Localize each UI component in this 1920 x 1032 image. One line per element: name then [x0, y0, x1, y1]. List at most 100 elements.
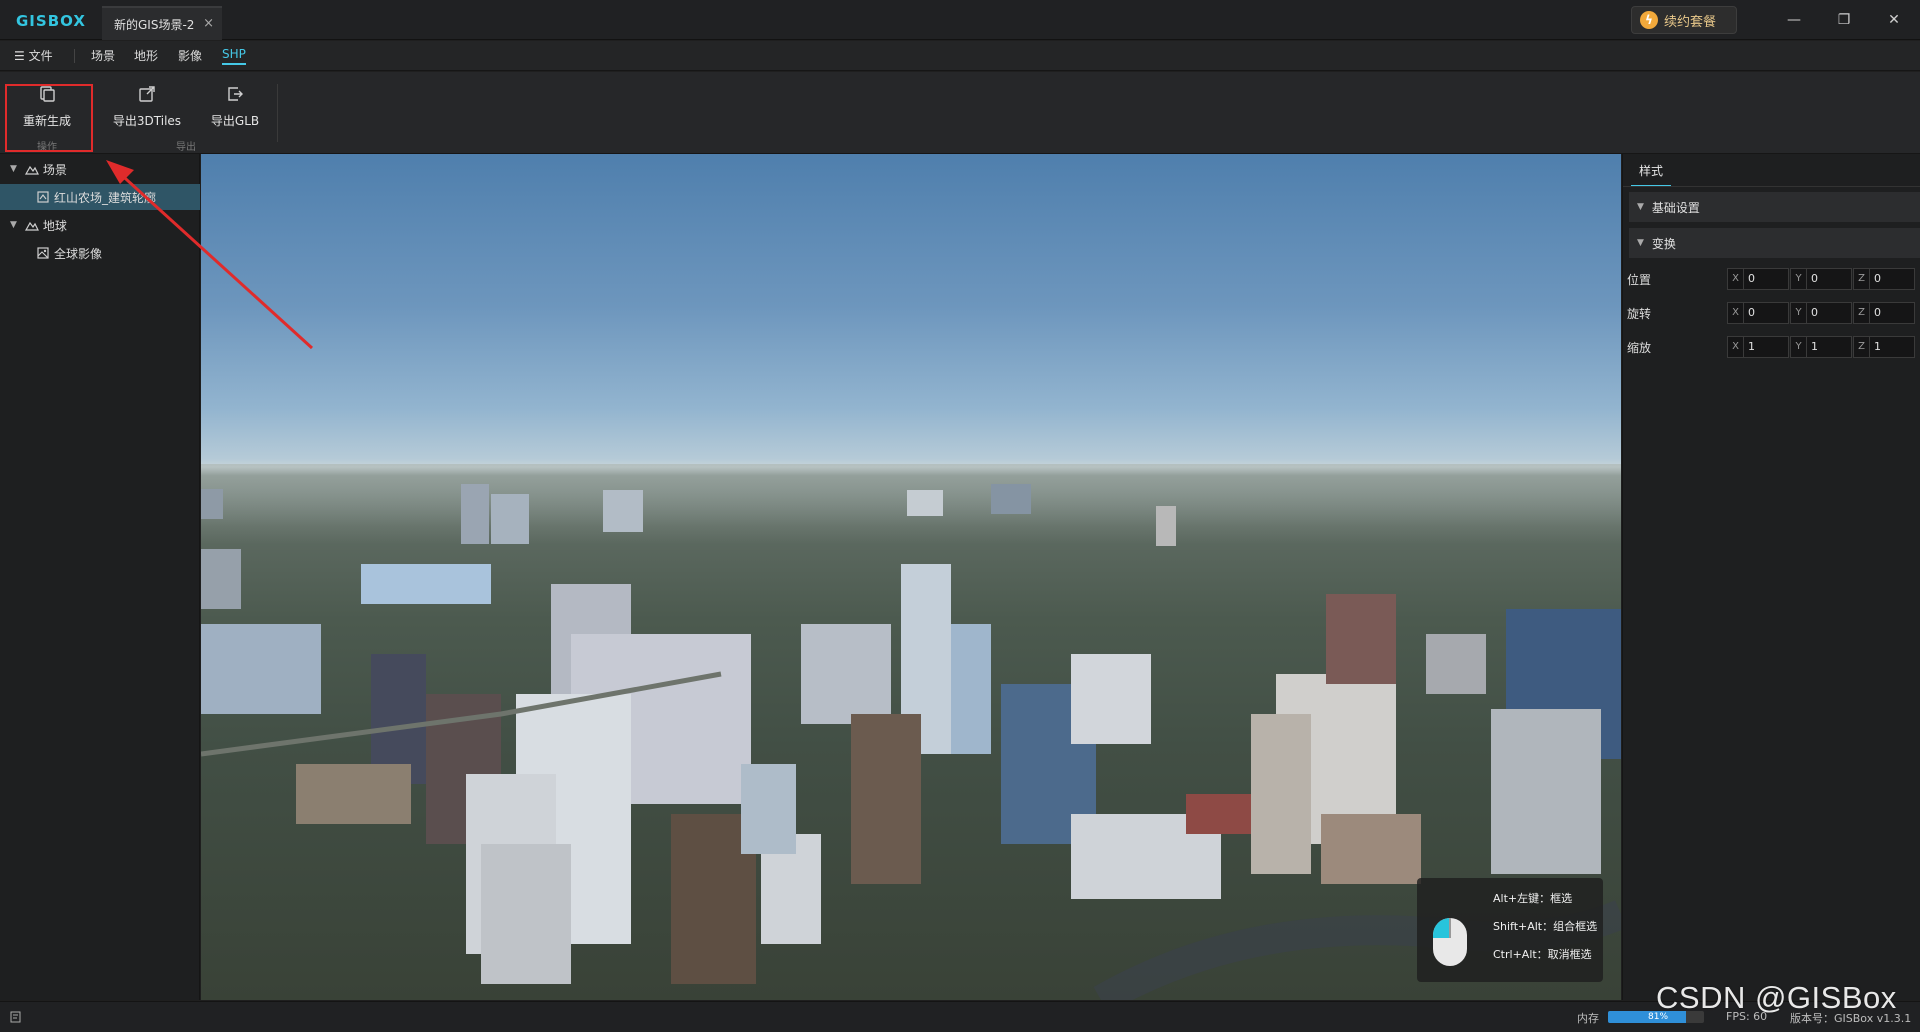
position-z-field[interactable]: Z0	[1853, 268, 1915, 290]
mountain-icon	[24, 221, 39, 231]
menu-imagery[interactable]: 影像	[178, 47, 202, 64]
position-row: 位置 X0 Y0 Z0	[1623, 266, 1920, 292]
ribbon-divider	[277, 84, 278, 142]
title-bar: GISBOX 新的GIS场景-2 × ϟ 续约套餐 — ❐ ✕	[0, 0, 1920, 40]
tree-label: 全球影像	[54, 246, 103, 261]
tree-group-scene[interactable]: ▼ 场景	[0, 156, 200, 182]
restore-button[interactable]: ❐	[1832, 8, 1856, 32]
status-bar: 内存 81% FPS: 60 版本号：GISBox v1.3.1	[0, 1001, 1920, 1032]
group-export-label: 导出	[176, 142, 196, 153]
map-viewport[interactable]: Alt+左键：框选 Shift+Alt：组合框选 Ctrl+Alt：取消框选	[201, 154, 1621, 1000]
renew-plan-button[interactable]: ϟ 续约套餐	[1631, 6, 1737, 34]
file-menu[interactable]: ☰ 文件	[14, 47, 53, 64]
file-menu-label: 文件	[28, 49, 53, 63]
mouse-icon	[1433, 918, 1467, 966]
menu-terrain[interactable]: 地形	[134, 47, 158, 64]
tab-divider	[1623, 186, 1920, 187]
external-link-icon	[139, 86, 155, 102]
position-label: 位置	[1627, 273, 1652, 287]
building	[1251, 714, 1311, 874]
building	[801, 624, 891, 724]
lightning-icon: ϟ	[1640, 11, 1658, 29]
document-tab-label: 新的GIS场景-2	[114, 17, 195, 32]
building	[851, 714, 921, 884]
rotation-x-field[interactable]: X0	[1727, 302, 1789, 324]
tree-label: 红山农场_建筑轮廓	[54, 190, 157, 205]
expand-arrow-icon[interactable]: ▼	[10, 164, 17, 174]
export-icon	[228, 87, 243, 101]
tree-label: 场景	[42, 162, 67, 177]
city-scene	[201, 484, 1621, 1000]
layer-icon	[37, 191, 49, 203]
rotation-z-field[interactable]: Z0	[1853, 302, 1915, 324]
position-x-field[interactable]: X0	[1727, 268, 1789, 290]
building	[951, 624, 991, 754]
building	[481, 844, 571, 984]
hamburger-icon: ☰	[14, 49, 25, 63]
properties-panel: 样式 ▼ 基础设置 ▼ 变换 位置 X0 Y0 Z0 旋转 X0 Y0 Z0 缩…	[1622, 154, 1920, 1000]
watermark: CSDN @GISBox	[1656, 980, 1897, 1015]
mouse-tips-overlay: Alt+左键：框选 Shift+Alt：组合框选 Ctrl+Alt：取消框选	[1417, 878, 1603, 982]
building	[907, 490, 943, 516]
scale-label: 缩放	[1627, 341, 1652, 355]
building	[1326, 594, 1396, 684]
close-window-button[interactable]: ✕	[1882, 8, 1906, 32]
scale-y-field[interactable]: Y1	[1790, 336, 1852, 358]
building	[1321, 814, 1421, 884]
rotation-y-field[interactable]: Y0	[1790, 302, 1852, 324]
tip-alt-left: Alt+左键：框选	[1493, 892, 1573, 905]
building	[201, 489, 223, 519]
renew-plan-label: 续约套餐	[1664, 14, 1717, 30]
rotation-row: 旋转 X0 Y0 Z0	[1623, 300, 1920, 326]
app-logo: GISBOX	[16, 12, 86, 30]
scale-x-field[interactable]: X1	[1727, 336, 1789, 358]
tab-style[interactable]: 样式	[1631, 162, 1672, 187]
section-transform[interactable]: ▼ 变换	[1629, 228, 1920, 258]
building	[1156, 506, 1176, 546]
scale-z-field[interactable]: Z1	[1853, 336, 1915, 358]
menu-shp[interactable]: SHP	[222, 47, 246, 65]
tip-ctrl-alt: Ctrl+Alt：取消框选	[1493, 948, 1592, 961]
export-3dtiles-button[interactable]: 导出3DTiles	[108, 80, 186, 138]
highlight-box	[5, 84, 93, 152]
image-icon	[37, 247, 49, 259]
building	[1491, 709, 1601, 874]
tree-item-building-outline[interactable]: 红山农场_建筑轮廓	[0, 184, 200, 210]
position-y-field[interactable]: Y0	[1790, 268, 1852, 290]
building	[603, 490, 643, 532]
scene-tree-panel: ▼ 场景 红山农场_建筑轮廓 ▼ 地球 全球影像	[0, 154, 200, 1000]
ribbon-toolbar: 重新生成 导出3DTiles 导出GLB 操作 导出	[0, 72, 1920, 154]
expand-arrow-icon[interactable]: ▼	[10, 220, 17, 230]
menu-divider	[74, 49, 75, 63]
memory-label: 内存	[1577, 1012, 1599, 1025]
log-icon[interactable]	[10, 1011, 22, 1023]
building	[1071, 654, 1151, 744]
tip-shift-alt: Shift+Alt：组合框选	[1493, 920, 1598, 933]
building	[201, 624, 321, 714]
building	[1186, 794, 1256, 834]
building	[741, 764, 796, 854]
menu-bar: ☰ 文件 场景 地形 影像 SHP	[0, 41, 1920, 71]
export-glb-button[interactable]: 导出GLB	[204, 80, 266, 138]
building	[201, 549, 241, 609]
menu-scene[interactable]: 场景	[91, 47, 115, 64]
section-label: 变换	[1651, 236, 1676, 251]
tree-group-globe[interactable]: ▼ 地球	[0, 212, 200, 238]
section-label: 基础设置	[1651, 200, 1700, 215]
building	[361, 564, 491, 604]
collapse-arrow-icon: ▼	[1637, 238, 1644, 248]
export-3dtiles-label: 导出3DTiles	[112, 114, 182, 128]
export-glb-label: 导出GLB	[210, 114, 260, 128]
document-tab[interactable]: 新的GIS场景-2 ×	[102, 6, 222, 40]
tree-item-global-imagery[interactable]: 全球影像	[0, 240, 200, 266]
rotation-label: 旋转	[1627, 307, 1652, 321]
scale-row: 缩放 X1 Y1 Z1	[1623, 334, 1920, 360]
section-basic-settings[interactable]: ▼ 基础设置	[1629, 192, 1920, 222]
mountain-icon	[24, 165, 39, 175]
close-tab-icon[interactable]: ×	[203, 16, 214, 31]
building	[1426, 634, 1486, 694]
tree-label: 地球	[42, 218, 67, 233]
building	[296, 764, 411, 824]
building	[461, 484, 489, 544]
minimize-button[interactable]: —	[1782, 8, 1806, 32]
